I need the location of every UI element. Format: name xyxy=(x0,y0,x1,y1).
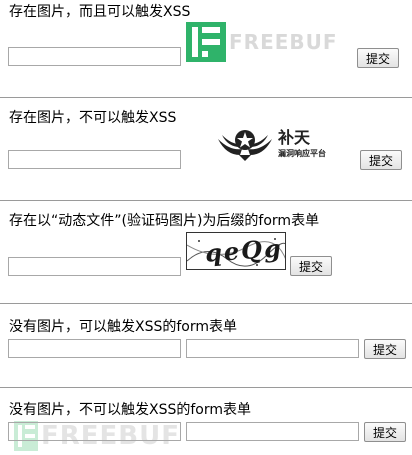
section-divider xyxy=(0,387,412,388)
freebuf-mark-icon xyxy=(186,22,226,62)
submit-button[interactable]: 提交 xyxy=(360,150,402,170)
text-input[interactable] xyxy=(8,47,181,66)
submit-button[interactable]: 提交 xyxy=(290,256,332,276)
section-heading: 存在以“动态文件”(验证码图片)为后缀的form表单 xyxy=(9,213,320,229)
section-heading: 存在图片，不可以触发XSS xyxy=(9,110,177,126)
butian-emblem-icon xyxy=(218,130,272,161)
submit-button[interactable]: 提交 xyxy=(357,48,399,68)
text-input[interactable] xyxy=(8,257,181,276)
text-input-2[interactable] xyxy=(186,422,359,441)
butian-subtitle: 漏洞响应平台 xyxy=(278,149,326,158)
section-heading: 没有图片，不可以触发XSS的form表单 xyxy=(9,402,252,418)
text-input-2[interactable] xyxy=(186,339,359,358)
section-heading: 存在图片，而且可以触发XSS xyxy=(9,4,191,20)
butian-title: 补天 xyxy=(278,128,311,147)
section-divider xyxy=(0,97,412,98)
submit-button[interactable]: 提交 xyxy=(364,339,406,359)
text-input-1[interactable] xyxy=(8,339,181,358)
section-heading: 没有图片，可以触发XSS的form表单 xyxy=(9,319,238,335)
text-input[interactable] xyxy=(8,150,181,169)
captcha-image[interactable]: qeQg xyxy=(186,232,286,270)
butian-logo: 补天 漏洞响应平台 xyxy=(216,124,326,164)
freebuf-watermark-logo: FREEBUF xyxy=(186,22,338,62)
freebuf-watermark-text: FREEBUF xyxy=(229,30,338,54)
captcha-text: qeQg xyxy=(204,233,284,268)
section-divider xyxy=(0,200,412,201)
section-divider xyxy=(0,303,412,304)
text-input-1[interactable] xyxy=(8,422,181,441)
submit-button[interactable]: 提交 xyxy=(364,422,406,442)
